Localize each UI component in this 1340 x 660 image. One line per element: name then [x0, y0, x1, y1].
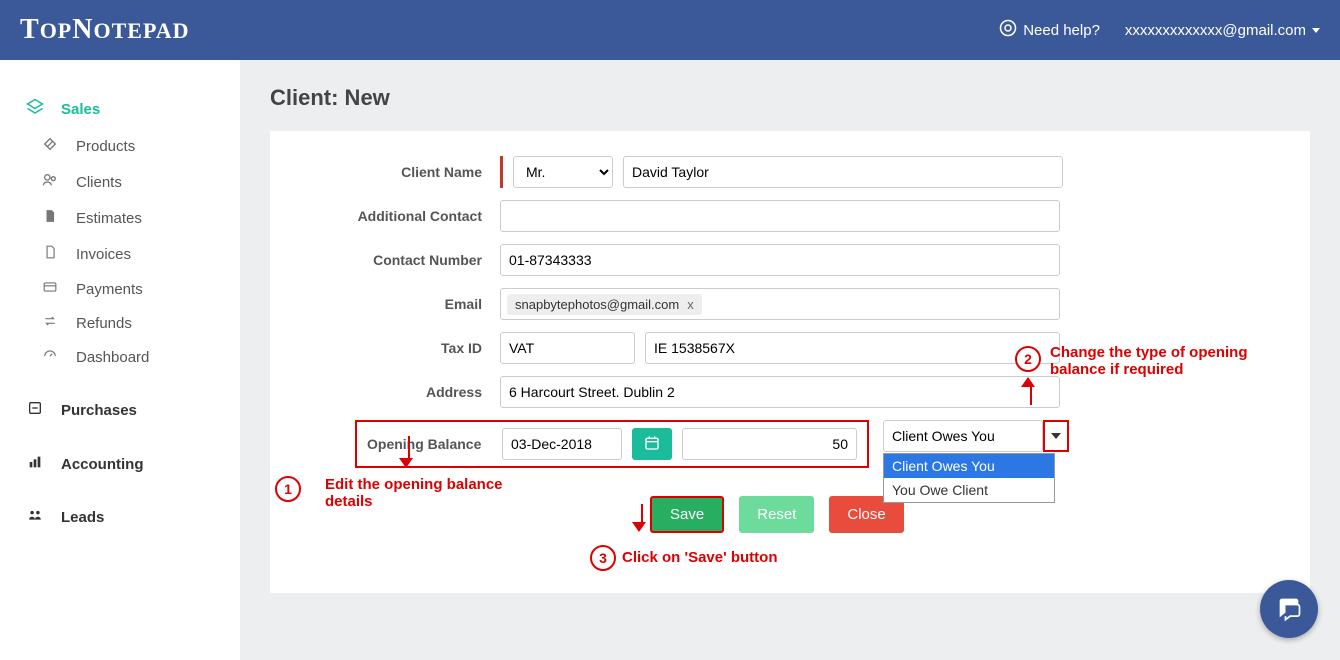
sidebar: Sales Products Clients Estimates Invoice…: [0, 60, 240, 660]
sidebar-item-label: Clients: [76, 174, 122, 191]
calendar-button[interactable]: [632, 428, 672, 460]
annotation-arrow-1: [405, 436, 413, 468]
label-opening-balance: Opening Balance: [367, 436, 492, 452]
topbar: TOPNOTEPAD Need help? xxxxxxxxxxxxx@gmai…: [0, 0, 1340, 60]
client-name-input[interactable]: [623, 156, 1063, 188]
remove-chip-icon[interactable]: x: [687, 297, 694, 312]
sidebar-item-leads[interactable]: Leads: [0, 500, 240, 534]
sidebar-item-refunds[interactable]: Refunds: [0, 306, 240, 340]
opening-balance-date-input[interactable]: [502, 428, 622, 460]
annotation-arrow-3: [638, 504, 646, 532]
balance-type-select[interactable]: [883, 420, 1043, 452]
sidebar-item-purchases[interactable]: Purchases: [0, 392, 240, 428]
balance-type-option[interactable]: You Owe Client: [884, 478, 1054, 502]
annotation-text-3: Click on 'Save' button: [622, 549, 778, 566]
annotation-text-1: Edit the opening balance details: [325, 476, 545, 510]
sidebar-item-accounting[interactable]: Accounting: [0, 446, 240, 482]
balance-type-caret[interactable]: [1043, 420, 1069, 452]
tax-id-input[interactable]: [645, 332, 1060, 364]
sidebar-item-label: Products: [76, 138, 135, 155]
chevron-down-icon: [1312, 28, 1320, 33]
sidebar-item-label: Purchases: [61, 402, 137, 419]
card-icon: [40, 280, 60, 298]
reset-button[interactable]: Reset: [739, 496, 814, 533]
label-email: Email: [300, 296, 500, 312]
sidebar-item-label: Refunds: [76, 315, 132, 332]
opening-balance-group: Opening Balance: [355, 420, 869, 468]
help-icon: [999, 19, 1017, 41]
users-icon: [40, 172, 60, 192]
opening-balance-amount-input[interactable]: [682, 428, 857, 460]
annotation-text-2: Change the type of opening balance if re…: [1050, 344, 1280, 378]
document-icon: [40, 244, 60, 264]
brand-logo: TOPNOTEPAD: [20, 14, 190, 46]
need-help-label: Need help?: [1023, 22, 1100, 39]
annotation-number-2: 2: [1015, 346, 1041, 372]
balance-type-wrap: Client Owes You You Owe Client: [883, 420, 1069, 452]
sidebar-item-invoices[interactable]: Invoices: [0, 236, 240, 272]
page-title: Client: New: [270, 85, 1310, 111]
file-icon: [40, 208, 60, 228]
save-button[interactable]: Save: [650, 496, 724, 533]
gauge-icon: [40, 348, 60, 366]
chevron-down-icon: [1051, 433, 1061, 439]
swap-icon: [40, 314, 60, 332]
required-indicator: [500, 156, 503, 188]
annotation-arrow-2: [1027, 377, 1035, 405]
address-input[interactable]: [500, 376, 1060, 408]
minus-square-icon: [25, 400, 45, 420]
calendar-icon: [644, 435, 660, 454]
sidebar-item-estimates[interactable]: Estimates: [0, 200, 240, 236]
chat-icon: [1275, 594, 1303, 625]
label-additional-contact: Additional Contact: [300, 208, 500, 224]
additional-contact-input[interactable]: [500, 200, 1060, 232]
user-menu[interactable]: xxxxxxxxxxxxx@gmail.com: [1125, 22, 1320, 39]
client-form-card: Client Name Mr. Additional Contact Conta…: [270, 131, 1310, 593]
balance-type-option[interactable]: Client Owes You: [884, 454, 1054, 478]
contact-number-input[interactable]: [500, 244, 1060, 276]
balance-type-dropdown: Client Owes You You Owe Client: [883, 453, 1055, 503]
sidebar-item-dashboard[interactable]: Dashboard: [0, 340, 240, 374]
sidebar-item-label: Payments: [76, 281, 143, 298]
email-chip-text: snapbytephotos@gmail.com: [515, 297, 679, 312]
sidebar-item-clients[interactable]: Clients: [0, 164, 240, 200]
group-icon: [25, 508, 45, 526]
label-address: Address: [300, 384, 500, 400]
chat-fab[interactable]: [1260, 580, 1318, 638]
annotation-number-3: 3: [590, 545, 616, 571]
sidebar-item-products[interactable]: Products: [0, 128, 240, 164]
need-help-link[interactable]: Need help?: [999, 19, 1100, 41]
sidebar-item-label: Estimates: [76, 210, 142, 227]
tag-icon: [40, 136, 60, 156]
sidebar-item-label: Dashboard: [76, 349, 149, 366]
layers-icon: [25, 98, 45, 120]
label-tax-id: Tax ID: [300, 340, 500, 356]
sidebar-item-label: Accounting: [61, 456, 144, 473]
email-input[interactable]: snapbytephotos@gmail.com x: [500, 288, 1060, 320]
chart-icon: [25, 454, 45, 474]
email-chip: snapbytephotos@gmail.com x: [507, 294, 702, 315]
annotation-number-1: 1: [275, 476, 301, 502]
label-client-name: Client Name: [300, 164, 500, 180]
label-contact-number: Contact Number: [300, 252, 500, 268]
sidebar-item-label: Leads: [61, 509, 104, 526]
user-email-label: xxxxxxxxxxxxx@gmail.com: [1125, 22, 1306, 39]
tax-id-type-input[interactable]: [500, 332, 635, 364]
main-content: Client: New Client Name Mr. Additional C…: [240, 60, 1340, 660]
sidebar-item-label: Invoices: [76, 246, 131, 263]
sidebar-item-payments[interactable]: Payments: [0, 272, 240, 306]
salutation-select[interactable]: Mr.: [513, 156, 613, 188]
sidebar-item-sales[interactable]: Sales: [0, 90, 240, 128]
sidebar-item-label: Sales: [61, 101, 100, 118]
